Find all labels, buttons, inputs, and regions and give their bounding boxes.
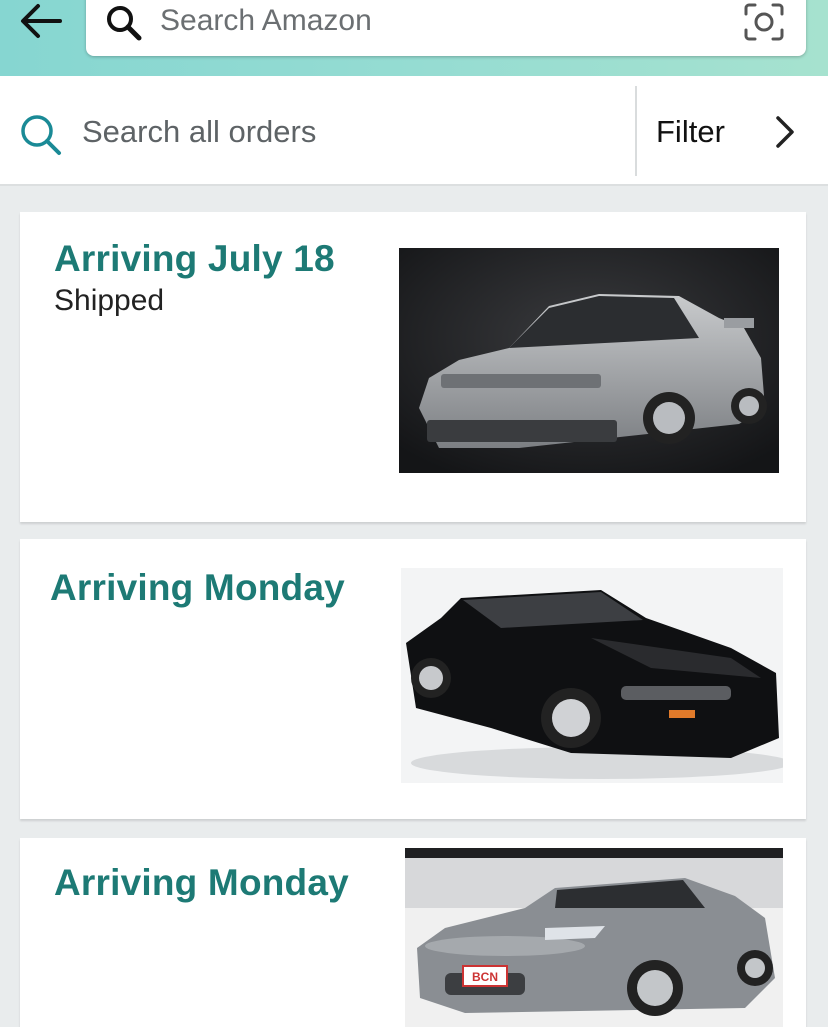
orders-search-input[interactable]: Search all orders [82,114,316,150]
product-image[interactable] [401,568,783,783]
shipping-status: Shipped [54,284,165,317]
filter-button[interactable]: Filter [656,114,725,150]
orders-search-bar: Search all orders Filter [0,76,828,186]
search-placeholder: Search Amazon [160,4,372,37]
chevron-right-icon[interactable] [768,112,802,152]
top-nav-bar: Search Amazon [0,0,828,76]
divider [635,86,637,176]
delivery-status: Arriving Monday [50,567,345,608]
product-image[interactable] [399,248,779,473]
product-image[interactable]: BCN [405,848,783,1027]
order-card[interactable]: Arriving Monday [20,539,806,819]
delivery-status: Arriving Monday [54,862,349,903]
order-card[interactable]: Arriving July 18 Shipped [20,212,806,522]
amazon-search-field[interactable]: Search Amazon [86,0,806,56]
camera-scan-icon[interactable] [742,2,786,42]
search-icon [104,3,144,43]
back-arrow-icon[interactable] [16,0,68,44]
svg-text:BCN: BCN [472,970,498,984]
delivery-status: Arriving July 18 [54,238,335,279]
search-icon [16,110,64,158]
order-card[interactable]: Arriving Monday BCN [20,838,806,1027]
